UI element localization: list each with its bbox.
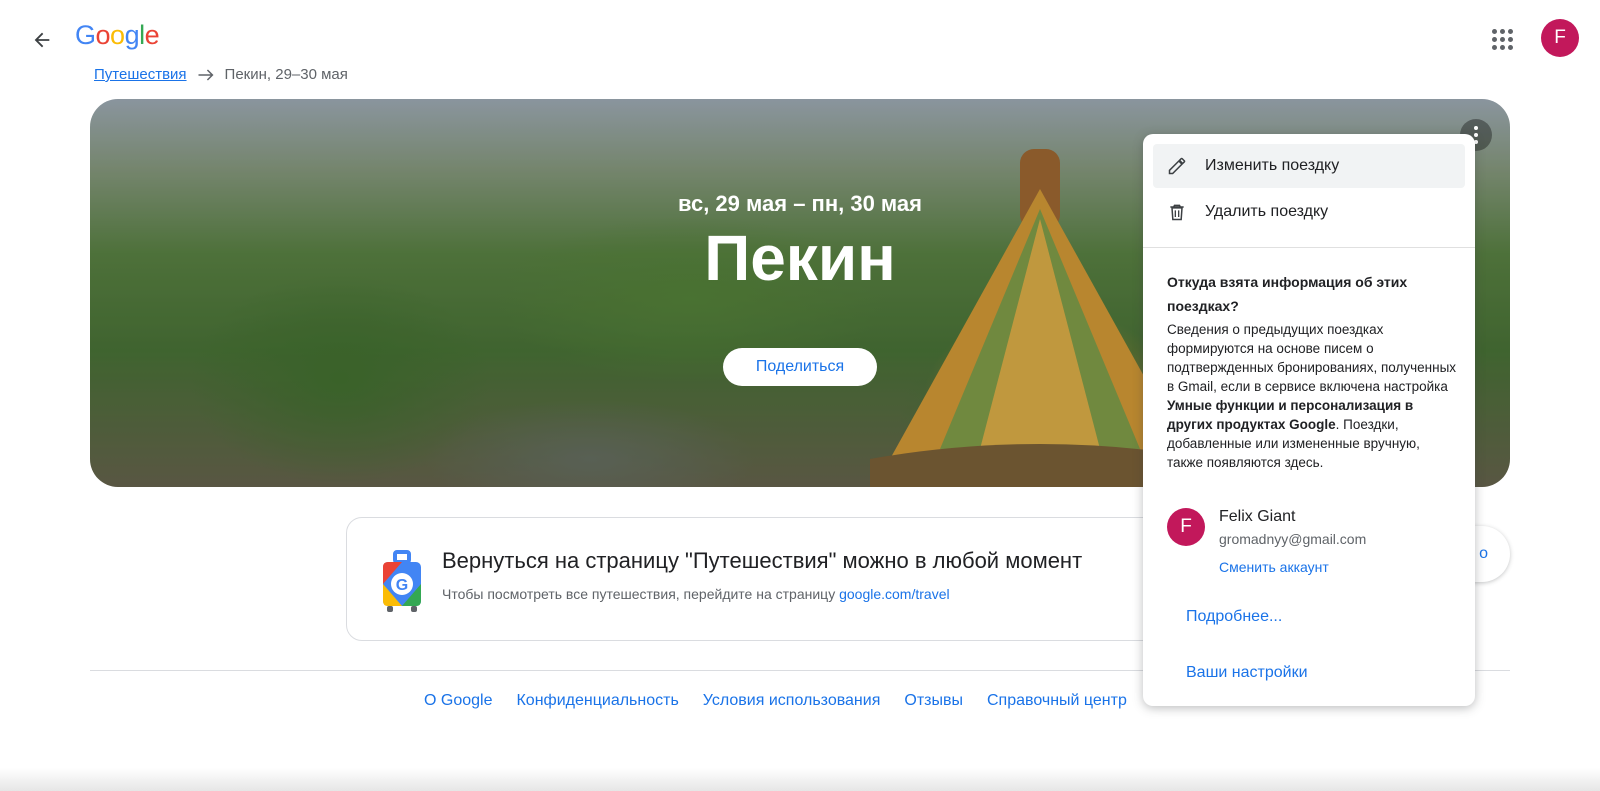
edit-trip-label: Изменить поездку bbox=[1205, 157, 1340, 174]
info-question: Откуда взята информация об этих поездках… bbox=[1167, 274, 1408, 314]
menu-account-avatar: F bbox=[1167, 508, 1205, 546]
learn-more-link[interactable]: Подробнее... bbox=[1186, 608, 1282, 626]
account-email: gromadnyy@gmail.com bbox=[1219, 531, 1367, 547]
travel-suitcase-icon: G bbox=[383, 550, 421, 612]
footer-link-about[interactable]: О Google bbox=[424, 692, 492, 710]
footer-link-privacy[interactable]: Конфиденциальность bbox=[516, 692, 678, 710]
trip-options-menu: Изменить поездку Удалить поездку Откуда … bbox=[1143, 134, 1475, 706]
info-card-subtitle-text: Чтобы посмотреть все путешествия, перейд… bbox=[442, 586, 840, 602]
share-button[interactable]: Поделиться bbox=[723, 348, 877, 386]
account-avatar[interactable]: F bbox=[1541, 19, 1579, 57]
logo-letter: o bbox=[95, 20, 111, 50]
breadcrumb: Путешествия Пекин, 29–30 мая bbox=[94, 66, 348, 83]
info-card-subtitle: Чтобы посмотреть все путешествия, перейд… bbox=[442, 586, 950, 602]
apps-grid-icon[interactable] bbox=[1486, 23, 1518, 55]
info-card-title: Вернуться на страницу "Путешествия" можн… bbox=[442, 548, 1083, 573]
delete-trip-label: Удалить поездку bbox=[1205, 203, 1329, 220]
window-bottom-shadow bbox=[0, 768, 1600, 791]
google-logo[interactable]: Google bbox=[75, 20, 160, 51]
svg-text:G: G bbox=[396, 577, 408, 594]
pencil-icon bbox=[1168, 157, 1186, 175]
footer-links: О Google Конфиденциальность Условия испо… bbox=[424, 692, 1127, 710]
delete-trip-item[interactable]: Удалить поездку bbox=[1153, 190, 1465, 234]
back-button[interactable] bbox=[24, 22, 60, 58]
logo-letter: G bbox=[75, 20, 96, 50]
travel-link[interactable]: google.com/travel bbox=[839, 586, 950, 602]
logo-letter: e bbox=[144, 20, 160, 50]
breadcrumb-link-travel[interactable]: Путешествия bbox=[94, 66, 187, 83]
info-text-part1: Сведения о предыдущих поездках формируют… bbox=[1167, 322, 1457, 394]
footer-link-help[interactable]: Справочный центр bbox=[987, 692, 1127, 710]
logo-letter: o bbox=[110, 20, 125, 50]
trash-icon bbox=[1170, 204, 1184, 221]
switch-account-link[interactable]: Сменить аккаунт bbox=[1219, 559, 1329, 575]
footer-link-terms[interactable]: Условия использования bbox=[703, 692, 881, 710]
arrow-back-icon bbox=[34, 32, 50, 48]
menu-divider bbox=[1143, 247, 1475, 248]
breadcrumb-current: Пекин, 29–30 мая bbox=[224, 66, 348, 83]
travel-info-card: G Вернуться на страницу "Путешествия" мо… bbox=[346, 517, 1206, 641]
edit-trip-item[interactable]: Изменить поездку bbox=[1153, 144, 1465, 188]
logo-letter: g bbox=[124, 20, 140, 50]
account-name: Felix Giant bbox=[1219, 508, 1296, 525]
arrow-right-icon bbox=[198, 68, 214, 81]
info-description: Сведения о предыдущих поездках формируют… bbox=[1167, 320, 1459, 472]
your-settings-link[interactable]: Ваши настройки bbox=[1186, 664, 1308, 682]
footer-link-feedback[interactable]: Отзывы bbox=[904, 692, 963, 710]
